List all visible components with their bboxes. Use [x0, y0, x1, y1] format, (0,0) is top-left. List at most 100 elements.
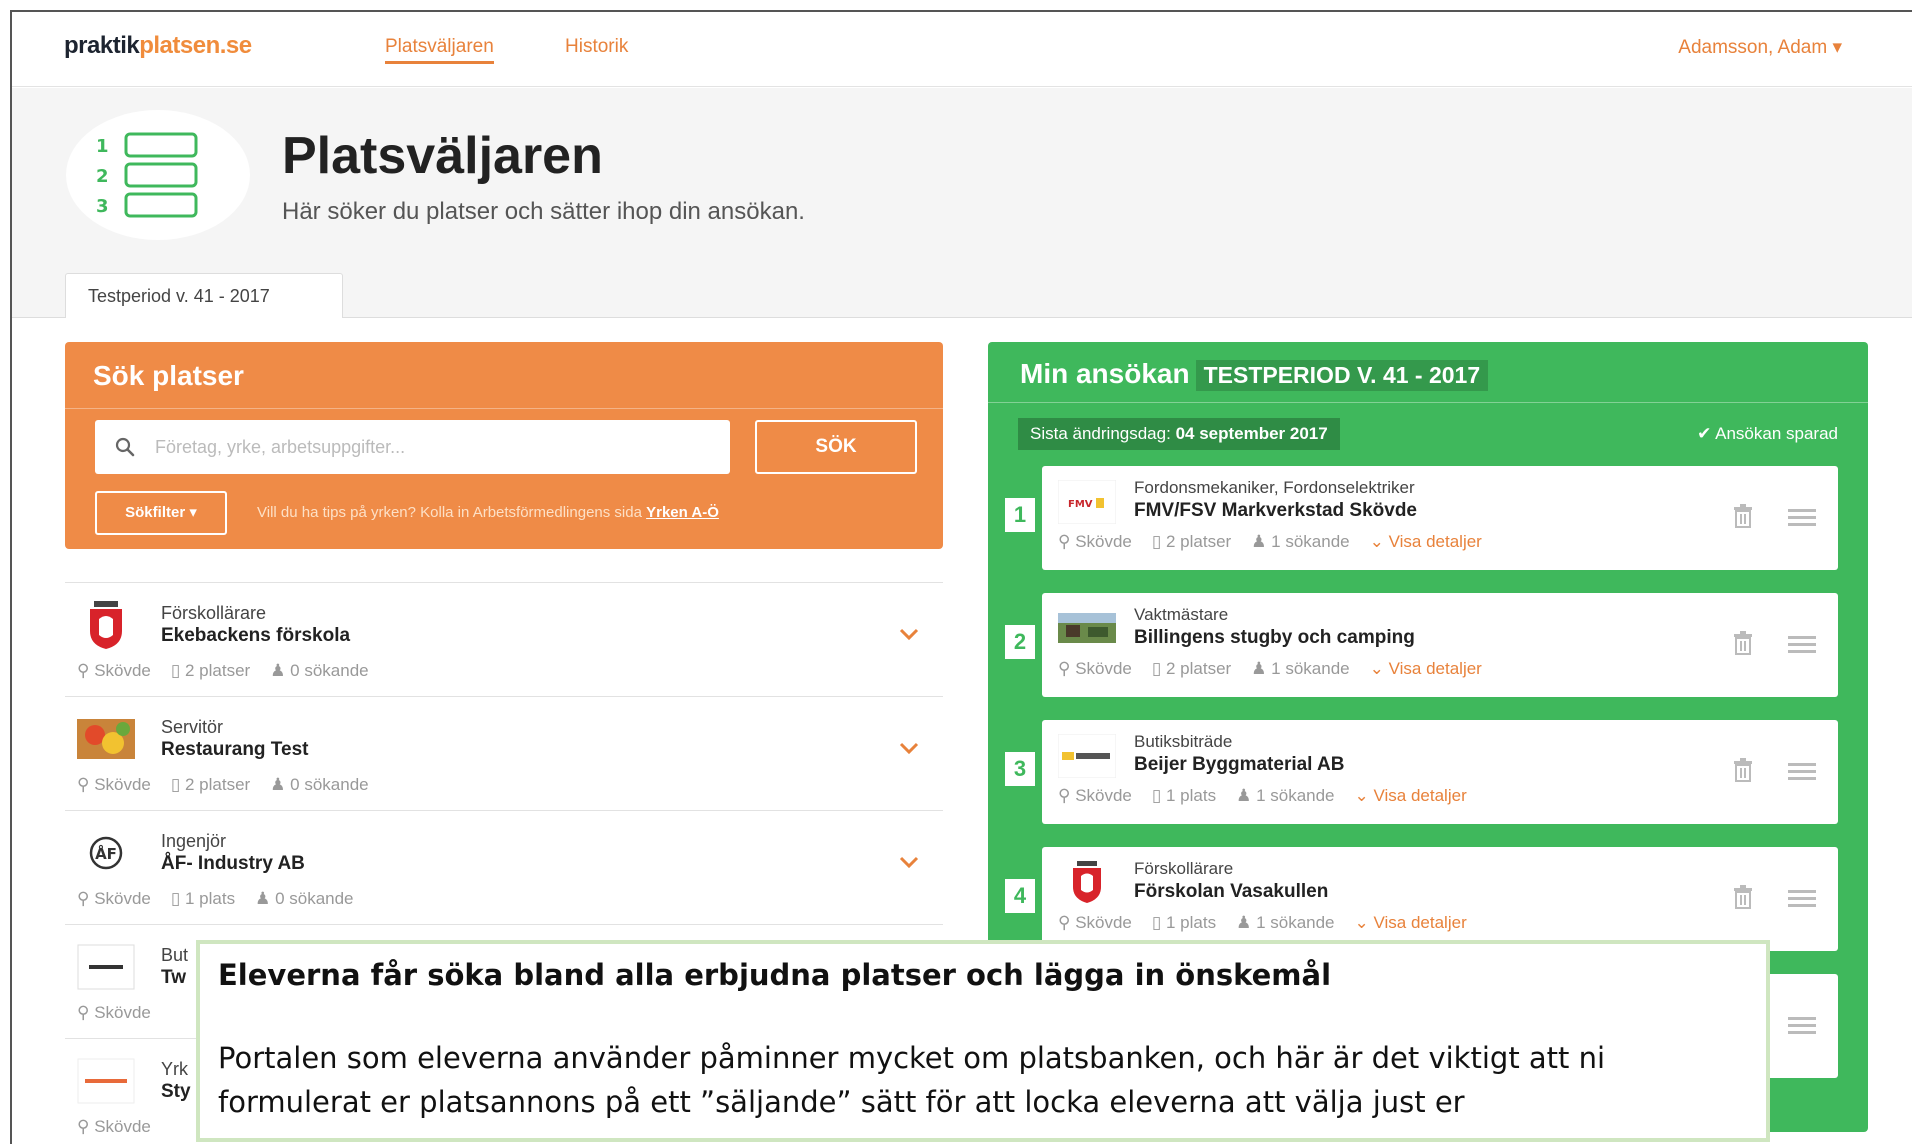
drag-handle-icon[interactable] [1788, 889, 1816, 912]
person-icon: ♟ [270, 775, 286, 794]
card-meta: ⚲ Skövde ▯ 2 platser ♟ 1 sökande ⌄ Visa det… [1058, 659, 1482, 679]
chevron-down-icon[interactable] [899, 855, 919, 874]
listing-company: Sty [161, 1081, 191, 1102]
application-card[interactable]: 1 FMV Fordonsmekaniker, Fordonselektrike… [1005, 466, 1838, 570]
places-icon: ▯ [1151, 532, 1162, 551]
show-details-label: Visa detaljer [1373, 786, 1467, 805]
show-details-label: Visa detaljer [1388, 532, 1482, 551]
search-input[interactable] [155, 430, 715, 464]
listing-company: Tw [161, 967, 186, 988]
drag-handle-icon[interactable] [1788, 762, 1816, 785]
listing-role: Förskollärare [161, 603, 267, 623]
places-icon: ▯ [1151, 786, 1162, 805]
listing-places: 2 platser [184, 661, 251, 680]
listing-applicants: 0 sökande [290, 661, 369, 680]
listing-meta: ⚲ Skövde ▯ 2 platser ♟ 0 sökande [77, 775, 369, 795]
listing-item[interactable]: Förskollärare Ekebackens förskola ⚲ Sköv… [65, 582, 943, 696]
nav-link-platsvaljaren[interactable]: Platsväljaren [385, 36, 494, 64]
app-window: praktikplatsen.se Platsväljaren Historik… [10, 10, 1912, 1144]
application-card[interactable]: 4 Förskollärare Förskolan Vasakullen ⚲ S… [1005, 847, 1838, 951]
location-pin-icon: ⚲ [1058, 786, 1071, 805]
chevron-down-icon[interactable] [899, 741, 919, 760]
top-navbar: praktikplatsen.se Platsväljaren Historik… [12, 12, 1912, 87]
application-card[interactable]: 2 Vaktmästare Billingens stugby och camp… [1005, 593, 1838, 697]
show-details-link[interactable]: ⌄ Visa detaljer [1370, 659, 1482, 678]
listing-role: Ingenjör [161, 831, 227, 851]
listing-item[interactable]: ÅF Ingenjör ÅF- Industry AB ⚲ Skövde ▯ 1 … [65, 810, 943, 924]
places-icon: ▯ [170, 889, 181, 908]
priority-number: 3 [1005, 752, 1035, 786]
trash-icon[interactable] [1732, 885, 1754, 914]
card-city: Skövde [1075, 786, 1132, 805]
card-role: Butiksbiträde [1134, 732, 1233, 751]
nav-link-historik[interactable]: Historik [565, 36, 628, 58]
show-details-link[interactable]: ⌄ Visa detaljer [1355, 913, 1467, 932]
tips-label: Vill du ha tips på yrken? Kolla in Arbet… [257, 504, 642, 521]
tips-link-yrken[interactable]: Yrken A-Ö [646, 504, 719, 521]
listing-places: 1 plats [184, 889, 236, 908]
deadline-label: Sista ändringsdag: [1030, 424, 1171, 443]
divider [65, 408, 943, 409]
caption-box: Eleverna får söka bland alla erbjudna pl… [196, 940, 1770, 1142]
listing-company: Restaurang Test [161, 739, 309, 760]
show-details-link[interactable]: ⌄ Visa detaljer [1355, 786, 1467, 805]
priority-number: 2 [1005, 625, 1035, 659]
application-period: TESTPERIOD V. 41 - 2017 [1195, 360, 1489, 391]
card-places: 2 platser [1165, 532, 1232, 551]
tab-testperiod[interactable]: Testperiod v. 41 - 2017 [65, 273, 343, 318]
trash-icon[interactable] [1732, 631, 1754, 660]
priority-number: 1 [1005, 498, 1035, 532]
card-places: 2 platser [1165, 659, 1232, 678]
listing-city: Skövde [94, 1003, 151, 1022]
card-company: Förskolan Vasakullen [1134, 881, 1329, 902]
card-meta: ⚲ Skövde ▯ 1 plats ♟ 1 sökande ⌄ Visa detal… [1058, 786, 1467, 806]
crest-icon [1058, 861, 1116, 905]
location-pin-icon: ⚲ [77, 775, 90, 794]
user-menu[interactable]: Adamsson, Adam ▾ [1678, 36, 1842, 59]
saved-status: ✔ Ansökan sparad [1697, 424, 1838, 443]
drag-handle-icon[interactable] [1788, 508, 1816, 531]
svg-text:2: 2 [96, 166, 109, 187]
show-details-label: Visa detaljer [1388, 659, 1482, 678]
svg-text:FMV: FMV [1068, 499, 1093, 510]
application-card[interactable]: 3 Butiksbiträde Beijer Byggmaterial AB ⚲… [1005, 720, 1838, 824]
listing-city: Skövde [94, 775, 151, 794]
drag-handle-icon[interactable] [1788, 1016, 1816, 1039]
listing-meta: ⚲ Skövde ▯ 1 plats ♟ 0 sökande [77, 889, 354, 909]
logo-text-platsen: platsen.se [139, 32, 252, 59]
search-field[interactable] [95, 420, 730, 474]
card-role: Fordonsmekaniker, Fordonselektriker [1134, 478, 1415, 497]
person-icon: ♟ [1236, 913, 1252, 932]
camping-photo-icon [1058, 607, 1116, 651]
fmv-logo-icon: FMV [1057, 479, 1117, 525]
listing-places: 2 platser [184, 775, 251, 794]
svg-text:3: 3 [96, 196, 109, 217]
food-photo-icon [77, 713, 135, 765]
search-filter-button[interactable]: Sökfilter ▾ [95, 491, 227, 535]
card-applicants: 1 sökande [1256, 913, 1335, 932]
card-city: Skövde [1075, 659, 1132, 678]
places-icon: ▯ [170, 661, 181, 680]
listing-company: ÅF- Industry AB [161, 853, 305, 874]
location-pin-icon: ⚲ [77, 661, 90, 680]
location-pin-icon: ⚲ [77, 1003, 90, 1022]
trash-icon[interactable] [1732, 758, 1754, 787]
caption-body: Portalen som eleverna använder påminner … [218, 1036, 1748, 1124]
site-logo[interactable]: praktikplatsen.se [64, 32, 252, 60]
card-company: FMV/FSV Markverkstad Skövde [1134, 500, 1417, 521]
location-pin-icon: ⚲ [1058, 913, 1071, 932]
crest-icon [77, 599, 135, 651]
listing-meta: ⚲ Skövde ▯ 2 platser ♟ 0 sökande [77, 661, 369, 681]
priority-number: 4 [1005, 879, 1035, 913]
listing-city: Skövde [94, 889, 151, 908]
listing-item[interactable]: Servitör Restaurang Test ⚲ Skövde ▯ 2 pla… [65, 696, 943, 810]
trash-icon[interactable] [1732, 504, 1754, 533]
caption-heading: Eleverna får söka bland alla erbjudna pl… [218, 958, 1332, 992]
drag-handle-icon[interactable] [1788, 635, 1816, 658]
card-role: Förskollärare [1134, 859, 1234, 878]
chevron-down-icon[interactable] [899, 627, 919, 646]
search-button[interactable]: SÖK [755, 420, 917, 474]
show-details-link[interactable]: ⌄ Visa detaljer [1370, 532, 1482, 551]
card-meta: ⚲ Skövde ▯ 1 plats ♟ 1 sökande ⌄ Visa detal… [1058, 913, 1467, 933]
location-pin-icon: ⚲ [77, 889, 90, 908]
